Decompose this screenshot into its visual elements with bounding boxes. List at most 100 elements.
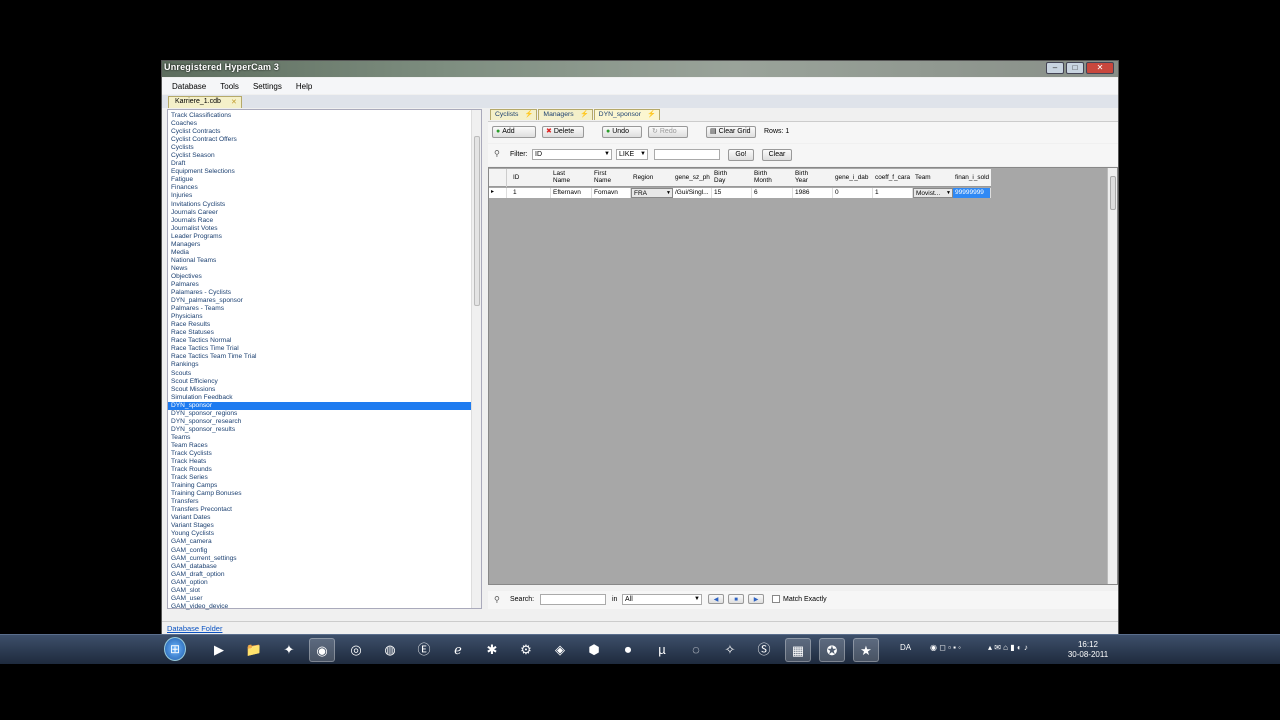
list-item[interactable]: Invitations Cyclists [168,201,473,209]
menu-settings[interactable]: Settings [253,82,282,91]
list-item[interactable]: Scout Efficiency [168,378,473,386]
list-item[interactable]: Journals Race [168,217,473,225]
list-item[interactable]: GAM_current_settings [168,555,473,563]
language-indicator[interactable]: DA [900,643,911,652]
star-icon[interactable]: ★ [853,638,879,662]
column-header[interactable]: Birth Month [754,170,792,184]
database-folder-link[interactable]: Database Folder [167,624,222,633]
list-item[interactable]: Team Races [168,442,473,450]
list-item[interactable]: Media [168,249,473,257]
grid-cell[interactable]: Fornavn [592,188,631,198]
list-item[interactable]: Variant Stages [168,522,473,530]
list-item[interactable]: Palamares - Cyclists [168,289,473,297]
add-button[interactable]: ● Add [492,126,536,138]
column-header[interactable]: gene_sz_ph [675,174,711,181]
app-icon[interactable]: ✱ [479,638,505,662]
file-tab[interactable]: Karriere_1.cdb ✕ [168,96,242,108]
grid-cell[interactable]: 99999999 [953,188,991,198]
redo-button[interactable]: ↻ Redo [648,126,688,138]
list-item[interactable]: Cyclist Contract Offers [168,136,473,144]
list-item[interactable]: Journalist Votes [168,225,473,233]
list-item[interactable]: Fatigue [168,176,473,184]
list-item[interactable]: DYN_sponsor_research [168,418,473,426]
go-button[interactable]: Go! [728,149,754,161]
filter-operator-select[interactable]: LIKE ▼ [616,149,648,160]
list-item[interactable]: GAM_video_device [168,603,473,611]
list-item[interactable]: Leader Programs [168,233,473,241]
list-item[interactable]: Cyclist Season [168,152,473,160]
list-item[interactable]: Track Heats [168,458,473,466]
column-header[interactable]: ID [513,174,550,181]
list-item[interactable]: DYN_sponsor [168,401,473,410]
maximize-button[interactable]: □ [1066,62,1084,74]
game-icon[interactable]: ✦ [276,638,302,662]
chevron-down-icon[interactable]: ▼ [666,189,671,197]
stop-icon[interactable]: ■ [728,594,744,604]
list-item[interactable]: Training Camps [168,482,473,490]
list-item[interactable]: GAM_camera [168,538,473,546]
pin-icon[interactable]: ⚡ [580,110,589,118]
list-item[interactable]: Physicians [168,313,473,321]
previous-icon[interactable]: ◀ [708,594,724,604]
list-item[interactable]: DYN_sponsor_results [168,426,473,434]
list-item[interactable]: Journals Career [168,209,473,217]
search-scope-select[interactable]: All ▼ [622,594,702,605]
pin-icon[interactable]: ⚡ [525,110,534,118]
tab-cyclists[interactable]: Cyclists ⚡ [490,109,538,120]
utorrent-icon[interactable]: µ [649,638,675,662]
column-header[interactable]: coeff_f_cara [875,174,912,181]
list-item[interactable]: Draft [168,160,473,168]
list-item[interactable]: Simulation Feedback [168,394,473,402]
filter-field-select[interactable]: ID ▼ [532,149,612,160]
column-header[interactable]: finan_i_sold [955,174,990,181]
minimize-button[interactable]: – [1046,62,1064,74]
grid-cell[interactable]: 15 [712,188,752,198]
list-item[interactable]: GAM_draft_option [168,571,473,579]
list-item[interactable]: Transfers [168,498,473,506]
list-item[interactable]: Track Classifications [168,112,473,120]
list-item[interactable]: Race Tactics Team Time Trial [168,353,473,361]
grid-cell[interactable]: 0 [833,188,873,198]
steam-icon[interactable]: ◌ [683,638,709,662]
list-item[interactable]: Managers [168,241,473,249]
list-item[interactable]: Finances [168,184,473,192]
scrollbar-thumb[interactable] [1110,176,1116,210]
grid-scrollbar[interactable] [1107,168,1117,584]
list-item[interactable]: GAM_config [168,547,473,555]
list-item[interactable]: Race Statuses [168,329,473,337]
record-icon[interactable]: ⏺ [615,638,641,662]
tray-icons[interactable]: ◉ ◻ ▫ ▪ ◦ [930,643,961,652]
media-player-icon[interactable]: ▶ [206,638,232,662]
game-icon[interactable]: ✧ [717,638,743,662]
column-header[interactable]: Team [915,174,952,181]
skype-icon[interactable]: Ⓢ [751,638,777,662]
list-item[interactable]: GAM_option [168,579,473,587]
start-button[interactable]: ⊞ [164,637,186,661]
title-bar[interactable]: Unregistered HyperCam 3 – □ ✕ [162,61,1118,77]
search-input[interactable] [540,594,606,605]
tab-managers[interactable]: Managers ⚡ [538,109,593,120]
close-tab-icon[interactable]: ✕ [231,98,237,106]
game-icon[interactable]: ✪ [819,638,845,662]
list-item[interactable]: Track Series [168,474,473,482]
list-item[interactable]: Race Tactics Time Trial [168,345,473,353]
list-item[interactable]: Track Rounds [168,466,473,474]
list-item[interactable]: Training Camp Bonuses [168,490,473,498]
scrollbar-thumb[interactable] [474,136,480,306]
list-item[interactable]: Variant Dates [168,514,473,522]
clock[interactable]: 16:12 30-08-2011 [1066,640,1110,660]
grid-cell[interactable]: Efternavn [551,188,592,198]
column-header[interactable]: Birth Year [795,170,832,184]
list-item[interactable]: GAM_slot [168,587,473,595]
ea-icon[interactable]: Ⓔ [411,638,437,662]
list-item[interactable]: Teams [168,434,473,442]
grid-cell[interactable]: 6 [752,188,793,198]
list-item[interactable]: Scouts [168,370,473,378]
list-item[interactable]: Rankings [168,361,473,369]
cycling-icon[interactable]: ⚙ [513,638,539,662]
internet-explorer-icon[interactable]: ℯ [445,638,471,662]
pin-icon[interactable]: ⚡ [647,110,656,118]
menu-database[interactable]: Database [172,82,206,91]
media-icon[interactable]: ◎ [343,638,369,662]
tray-icons[interactable]: ▴ ✉ ⌂ ▮ ◐ ♪ [988,643,1028,652]
